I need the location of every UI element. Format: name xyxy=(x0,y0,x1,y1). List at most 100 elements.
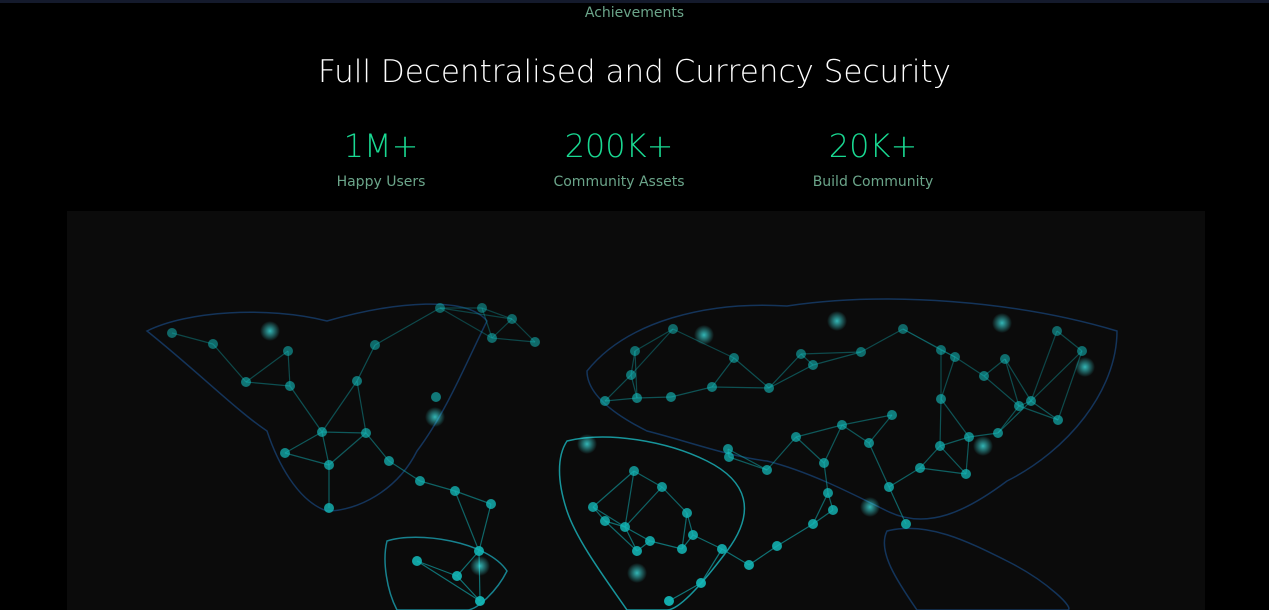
stat-label: Build Community xyxy=(812,174,934,190)
stat-label: Happy Users xyxy=(336,174,426,190)
network-edge xyxy=(604,374,632,402)
network-edge xyxy=(1018,405,1059,421)
network-edge xyxy=(661,486,688,514)
network-edge xyxy=(888,467,921,488)
network-edge xyxy=(245,350,289,383)
network-node xyxy=(677,544,687,554)
world-network-map xyxy=(67,211,1205,610)
network-edge xyxy=(356,344,376,382)
network-edge xyxy=(491,337,536,343)
network-edge xyxy=(965,436,970,475)
network-edge xyxy=(711,357,735,388)
network-edge xyxy=(711,386,770,389)
network-node xyxy=(632,393,642,403)
stat-value: 1M+ xyxy=(343,127,419,165)
network-edge xyxy=(733,357,770,389)
network-edge xyxy=(289,385,323,433)
stat-community-assets: 200K+ Community Assets xyxy=(509,126,729,190)
network-node xyxy=(808,360,818,370)
network-edge xyxy=(939,398,942,447)
network-node xyxy=(707,382,717,392)
network-node xyxy=(657,482,667,492)
network-node xyxy=(241,377,251,387)
network-edge xyxy=(983,375,1020,407)
network-node xyxy=(666,392,676,402)
network-node xyxy=(664,596,674,606)
network-edge xyxy=(1030,350,1083,402)
network-node xyxy=(626,370,636,380)
network-node xyxy=(600,516,610,526)
network-edge xyxy=(728,456,768,471)
glow-spot xyxy=(694,325,714,345)
stat-build-community: 20K+ Build Community xyxy=(763,126,983,190)
network-node xyxy=(901,519,911,529)
network-node xyxy=(668,324,678,334)
network-edge xyxy=(321,431,367,434)
network-edge xyxy=(795,424,843,438)
network-node xyxy=(475,596,485,606)
glow-spot xyxy=(1075,357,1095,377)
network-node xyxy=(629,466,639,476)
network-edge xyxy=(636,396,672,399)
network-edge xyxy=(171,332,214,345)
network-node xyxy=(435,303,445,313)
network-node xyxy=(950,352,960,362)
network-node xyxy=(361,428,371,438)
network-node xyxy=(530,337,540,347)
network-node xyxy=(772,541,782,551)
network-node xyxy=(936,345,946,355)
network-edge xyxy=(287,350,291,387)
network-node xyxy=(696,578,706,588)
network-node xyxy=(630,346,640,356)
network-edge xyxy=(860,328,904,353)
glow-spot xyxy=(577,434,597,454)
network-node xyxy=(600,396,610,406)
stat-happy-users: 1M+ Happy Users xyxy=(271,126,491,190)
network-node xyxy=(993,428,1003,438)
network-edge xyxy=(997,405,1020,434)
network-node xyxy=(936,394,946,404)
network-node xyxy=(744,560,754,570)
network-node xyxy=(415,476,425,486)
network-node xyxy=(474,546,484,556)
glow-spot xyxy=(860,497,880,517)
glow-spot xyxy=(627,563,647,583)
network-node xyxy=(352,376,362,386)
network-node xyxy=(167,328,177,338)
network-edge xyxy=(592,470,635,508)
glow-spot xyxy=(973,436,993,456)
network-node xyxy=(645,536,655,546)
network-node xyxy=(1000,354,1010,364)
network-node xyxy=(819,458,829,468)
network-nodes xyxy=(167,303,1095,606)
network-node xyxy=(450,486,460,496)
network-node xyxy=(507,314,517,324)
network-node xyxy=(837,420,847,430)
network-edge xyxy=(768,353,802,389)
network-node xyxy=(823,488,833,498)
network-edge xyxy=(454,490,480,552)
network-node xyxy=(688,530,698,540)
network-node xyxy=(452,571,462,581)
network-node xyxy=(384,456,394,466)
network-edge xyxy=(954,356,985,377)
network-edge xyxy=(212,343,247,383)
network-node xyxy=(887,410,897,420)
network-node xyxy=(764,383,774,393)
top-border xyxy=(0,0,1269,3)
network-node xyxy=(979,371,989,381)
network-node xyxy=(964,432,974,442)
network-edge xyxy=(374,307,441,346)
glow-spot xyxy=(425,407,445,427)
network-edge xyxy=(700,548,723,584)
network-node xyxy=(285,381,295,391)
network-edge xyxy=(284,452,330,466)
network-edge xyxy=(1030,330,1058,402)
network-edge xyxy=(321,380,358,433)
network-node xyxy=(856,347,866,357)
network-node xyxy=(324,503,334,513)
network-edge xyxy=(668,582,702,602)
network-node xyxy=(796,349,806,359)
network-edge xyxy=(634,328,674,352)
network-edge xyxy=(328,432,367,466)
